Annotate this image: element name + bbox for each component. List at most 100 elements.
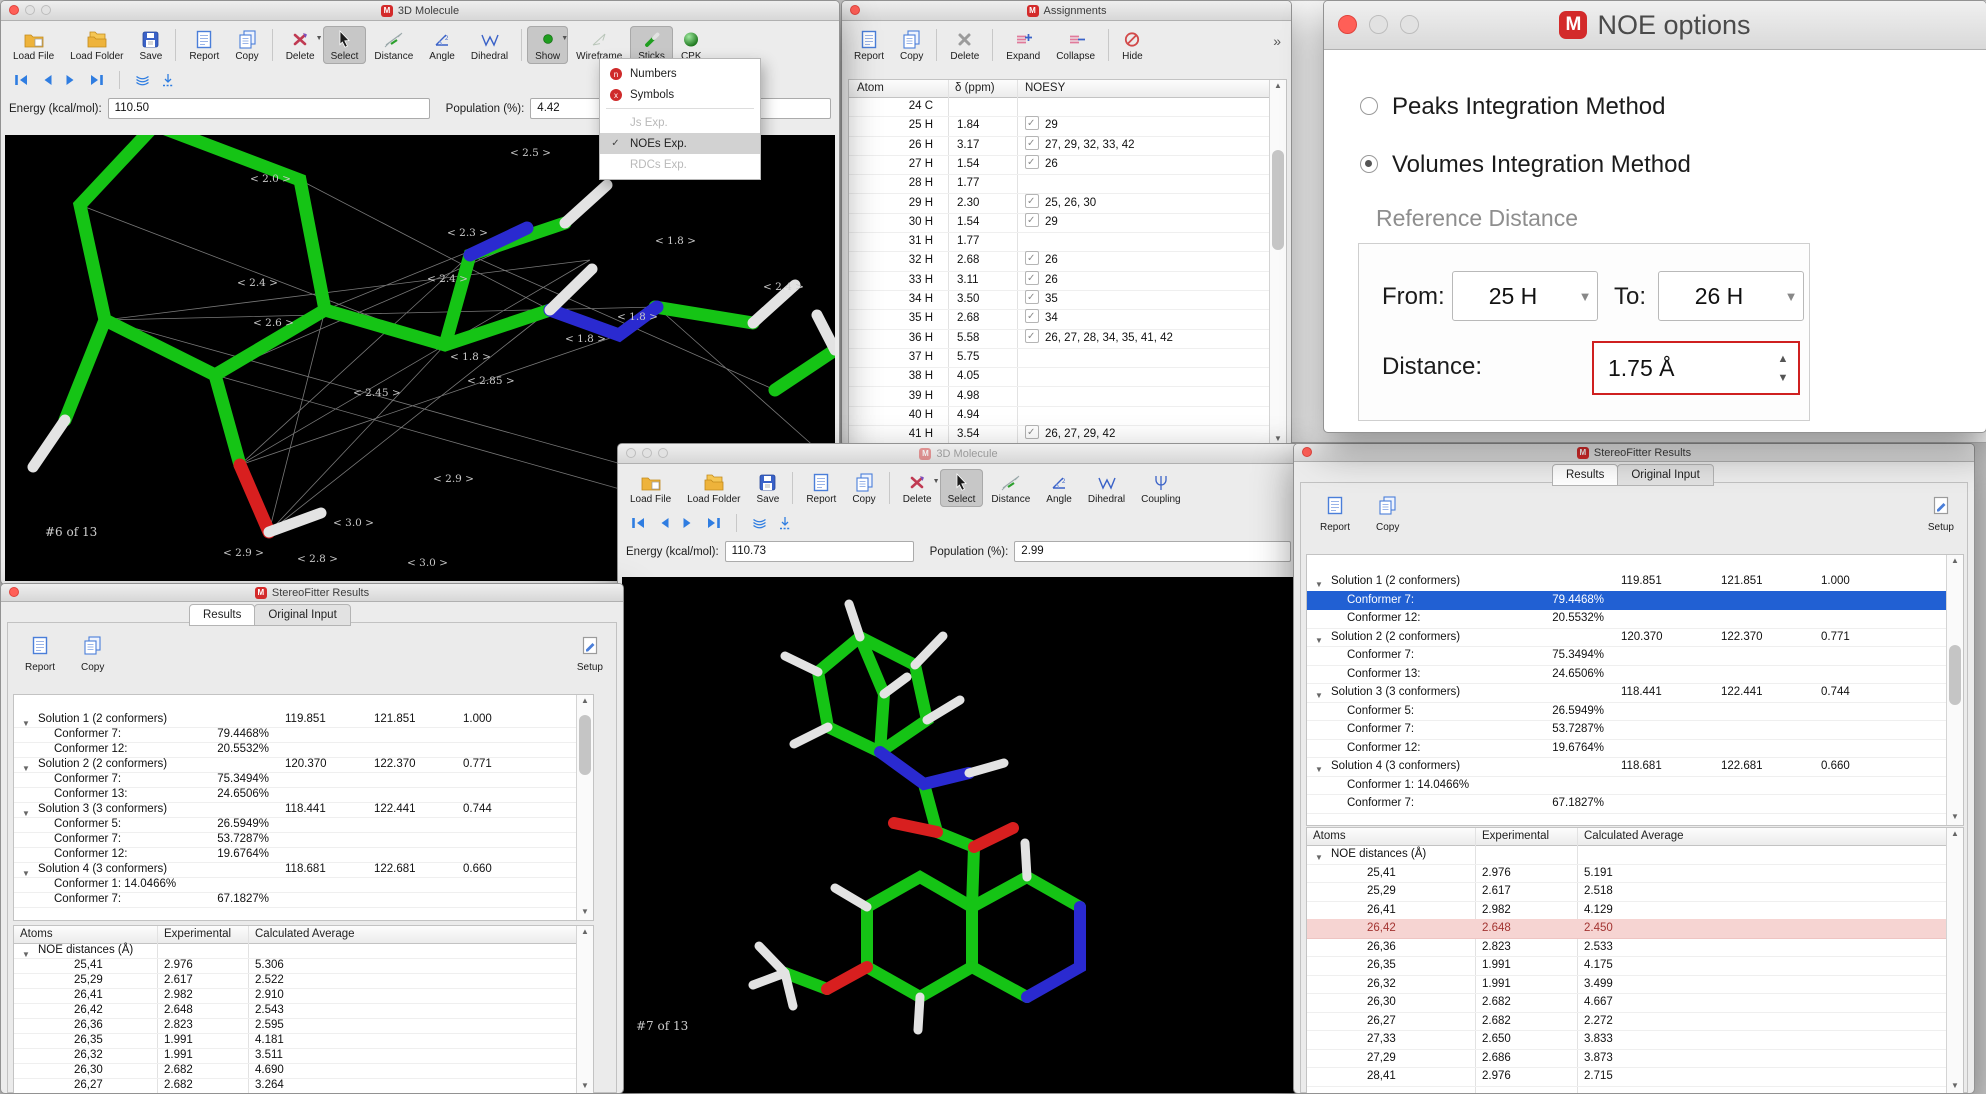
solution-group-row[interactable]: ▼Solution 3 (3 conformers)118.441122.441… bbox=[14, 802, 593, 818]
zoom-button[interactable] bbox=[1400, 15, 1419, 34]
noesy-checkbox[interactable] bbox=[1025, 136, 1039, 150]
noe-distance-row[interactable]: 27,292.6863.873 bbox=[1307, 1049, 1963, 1069]
table-row[interactable]: 31 H1.77 bbox=[849, 232, 1286, 252]
titlebar[interactable]: M 3D Molecule bbox=[618, 444, 1299, 464]
distance-button[interactable]: Distance bbox=[983, 469, 1038, 507]
conformer-row[interactable]: Conformer 5:26.5949% bbox=[14, 817, 593, 833]
load-file-button[interactable]: Load File bbox=[5, 26, 62, 64]
menu-item-noes-exp[interactable]: ✓NOEs Exp. bbox=[600, 133, 760, 154]
solution-group-row[interactable]: ▼Solution 2 (2 conformers)120.370122.370… bbox=[1307, 628, 1963, 648]
last-conformer-button[interactable] bbox=[705, 516, 722, 530]
solution-group-row[interactable]: ▼Solution 2 (2 conformers)120.370122.370… bbox=[14, 757, 593, 773]
spinner-up-icon[interactable]: ▲ bbox=[1778, 353, 1789, 365]
superimpose-button[interactable] bbox=[134, 73, 151, 87]
tab-results[interactable]: Results bbox=[189, 604, 255, 626]
noe-distance-row[interactable]: 26,321.9913.511 bbox=[14, 1048, 593, 1064]
close-button[interactable] bbox=[1302, 447, 1312, 457]
toolbar-overflow-button[interactable]: » bbox=[1273, 33, 1281, 49]
noe-distances-group-row[interactable]: ▼NOE distances (Å) bbox=[14, 943, 593, 959]
noe-distance-row[interactable]: 25,412.9765.191 bbox=[1307, 864, 1963, 884]
expand-button[interactable]: Expand bbox=[998, 26, 1048, 64]
noesy-checkbox[interactable] bbox=[1025, 116, 1039, 130]
table-row[interactable]: 27 H1.5426 bbox=[849, 155, 1286, 175]
close-button[interactable] bbox=[850, 5, 860, 15]
next-conformer-button[interactable] bbox=[681, 516, 695, 530]
conformer-row[interactable]: Conformer 13:24.6506% bbox=[1307, 665, 1963, 685]
population-input[interactable]: 2.99 bbox=[1014, 541, 1291, 562]
distance-spinner[interactable]: 1.75 Å ▲▼ bbox=[1592, 341, 1800, 395]
noe-distance-row[interactable]: 26,412.9824.129 bbox=[1307, 901, 1963, 921]
solution-group-row[interactable]: ▼Solution 1 (2 conformers)119.851121.851… bbox=[1307, 572, 1963, 592]
tab-original-input[interactable]: Original Input bbox=[1617, 464, 1713, 486]
tab-original-input[interactable]: Original Input bbox=[254, 604, 350, 626]
close-button[interactable] bbox=[9, 5, 19, 15]
solution-group-row[interactable]: ▼Solution 3 (3 conformers)118.441122.441… bbox=[1307, 683, 1963, 703]
noesy-checkbox[interactable] bbox=[1025, 155, 1039, 169]
copy-button[interactable]: Copy bbox=[81, 636, 104, 673]
menu-item-js-exp[interactable]: Js Exp. bbox=[600, 112, 760, 133]
noesy-checkbox[interactable] bbox=[1025, 271, 1039, 285]
titlebar[interactable]: M StereoFitter Results bbox=[1294, 444, 1974, 462]
energy-input[interactable]: 110.50 bbox=[108, 98, 430, 119]
noe-distance-row[interactable]: 26,351.9914.181 bbox=[14, 1033, 593, 1049]
noe-distance-row[interactable]: 26,302.6824.690 bbox=[14, 1063, 593, 1079]
first-conformer-button[interactable] bbox=[13, 73, 30, 87]
hide-button[interactable]: Hide bbox=[1114, 26, 1151, 64]
table-row[interactable]: 29 H2.3025, 26, 30 bbox=[849, 194, 1286, 214]
conformer-row[interactable]: Conformer 7:67.1827% bbox=[14, 892, 593, 908]
noe-distance-row[interactable]: 26,362.8232.595 bbox=[14, 1018, 593, 1034]
noesy-checkbox[interactable] bbox=[1025, 425, 1039, 439]
table-row[interactable]: 36 H5.5826, 27, 28, 34, 35, 41, 42 bbox=[849, 329, 1286, 349]
solution-group-row[interactable]: ▼Solution 1 (2 conformers)119.851121.851… bbox=[14, 712, 593, 728]
dihedral-button[interactable]: Dihedral bbox=[463, 26, 516, 64]
solution-group-row[interactable]: ▼Solution 4 (3 conformers)118.681122.681… bbox=[1307, 757, 1963, 777]
atoms-table-header[interactable]: AtomsExperimentalCalculated Average bbox=[1307, 828, 1963, 846]
solution-group-row[interactable]: ▼Solution 4 (3 conformers)118.681122.681… bbox=[14, 862, 593, 878]
load-file-button[interactable]: Load File bbox=[622, 469, 679, 507]
conformer-row[interactable] bbox=[1307, 813, 1963, 827]
previous-conformer-button[interactable] bbox=[40, 73, 54, 87]
table-row[interactable]: 25 H1.8429 bbox=[849, 116, 1286, 136]
noesy-checkbox[interactable] bbox=[1025, 329, 1039, 343]
table-row[interactable]: 39 H4.98 bbox=[849, 387, 1286, 407]
conformer-row[interactable]: Conformer 5:26.5949% bbox=[1307, 702, 1963, 722]
titlebar[interactable]: M Assignments bbox=[842, 1, 1291, 21]
load-folder-button[interactable]: Load Folder bbox=[679, 469, 748, 507]
titlebar[interactable]: M NOE options bbox=[1324, 1, 1986, 50]
copy-button[interactable]: Copy bbox=[227, 26, 266, 64]
molecule-3d-view[interactable]: #7 of 13 bbox=[622, 577, 1295, 1093]
table-row[interactable]: 32 H2.6826 bbox=[849, 251, 1286, 271]
noe-distance-row[interactable]: 26,272.6822.272 bbox=[1307, 1012, 1963, 1032]
conformer-row[interactable] bbox=[14, 907, 593, 921]
table-row[interactable]: 40 H4.94 bbox=[849, 406, 1286, 426]
table-row[interactable]: 30 H1.5429 bbox=[849, 213, 1286, 233]
close-button[interactable] bbox=[1338, 15, 1357, 34]
scrollbar-vertical[interactable]: ▲▼ bbox=[1946, 555, 1963, 825]
energy-input[interactable]: 110.73 bbox=[725, 541, 914, 562]
angle-button[interactable]: 2Angle bbox=[1038, 469, 1080, 507]
peaks-method-radio[interactable] bbox=[1360, 97, 1378, 115]
conformer-row[interactable]: Conformer 7:75.3494% bbox=[14, 772, 593, 788]
conformer-row[interactable]: Conformer 12:20.5532% bbox=[1307, 609, 1963, 629]
conformer-row[interactable]: Conformer 7:75.3494% bbox=[1307, 646, 1963, 666]
conformer-row[interactable]: Conformer 7:79.4468% bbox=[1307, 591, 1963, 611]
conformer-row[interactable]: Conformer 12:19.6764% bbox=[14, 847, 593, 863]
previous-conformer-button[interactable] bbox=[657, 516, 671, 530]
close-button[interactable] bbox=[9, 587, 19, 597]
first-conformer-button[interactable] bbox=[630, 516, 647, 530]
copy-button[interactable]: Copy bbox=[892, 26, 931, 64]
report-button[interactable]: Report bbox=[181, 26, 227, 64]
minimize-button[interactable] bbox=[642, 448, 652, 458]
delete-button[interactable]: Delete▼ bbox=[278, 26, 323, 64]
noe-distance-row[interactable]: 26,412.9822.910 bbox=[14, 988, 593, 1004]
superimpose-button[interactable] bbox=[751, 516, 768, 530]
scrollbar-vertical[interactable]: ▲▼ bbox=[1946, 828, 1963, 1094]
table-row[interactable]: 38 H4.05 bbox=[849, 367, 1286, 387]
noe-distance-row[interactable]: 27,332.6503.833 bbox=[1307, 1030, 1963, 1050]
setup-button[interactable]: Setup bbox=[577, 636, 603, 673]
to-atom-select[interactable]: 26 H▼ bbox=[1658, 271, 1804, 321]
load-folder-button[interactable]: Load Folder bbox=[62, 26, 131, 64]
distance-button[interactable]: Distance bbox=[366, 26, 421, 64]
save-button[interactable]: Save bbox=[749, 469, 788, 507]
spinner-down-icon[interactable]: ▼ bbox=[1778, 372, 1789, 384]
